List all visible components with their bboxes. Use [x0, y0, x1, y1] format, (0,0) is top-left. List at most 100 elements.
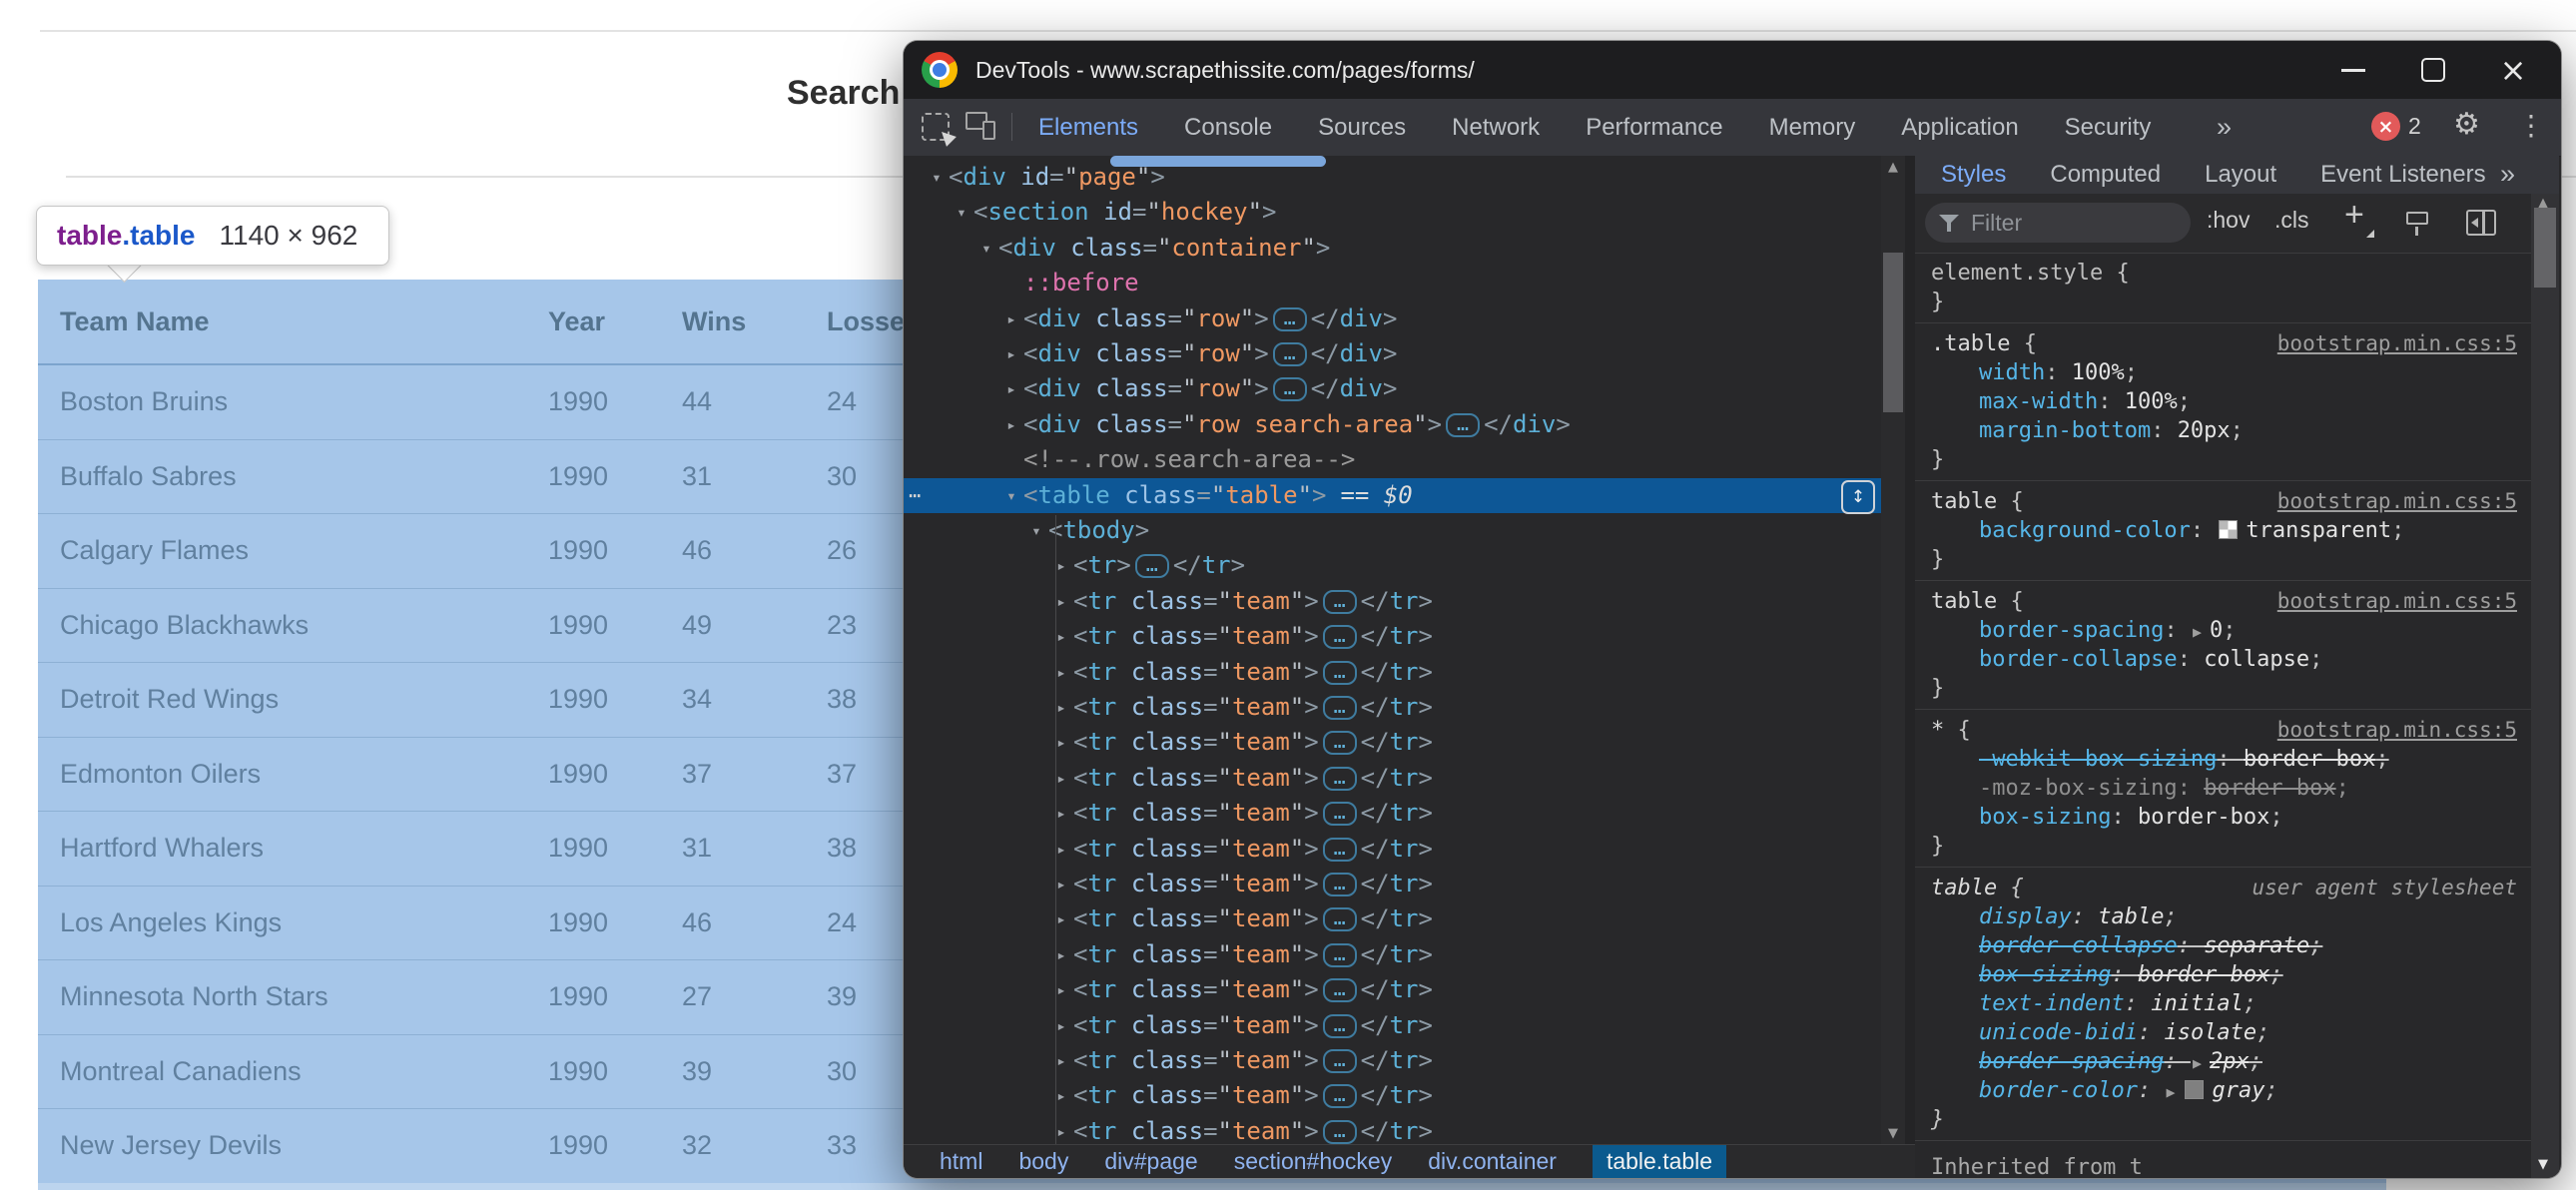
tab-console[interactable]: Console — [1184, 114, 1272, 142]
color-swatch-icon[interactable] — [2185, 1080, 2204, 1099]
collapse-arrow-icon[interactable]: ▾ — [976, 231, 996, 266]
expand-arrow-icon[interactable]: ▸ — [1051, 867, 1071, 901]
dom-node-tr[interactable]: ▸<tr class="team">…</tr> — [904, 1008, 1881, 1043]
scroll-down-icon[interactable]: ▼ — [1881, 1126, 1905, 1141]
expand-arrow-icon[interactable]: ▸ — [1051, 1078, 1071, 1113]
collapse-arrow-icon[interactable]: ▾ — [1001, 478, 1021, 513]
maximize-button[interactable] — [2393, 41, 2473, 99]
styles-scrollbar-thumb[interactable] — [2534, 208, 2556, 288]
sidebar-tab-styles[interactable]: Styles — [1941, 161, 2006, 189]
collapse-arrow-icon[interactable]: ▾ — [1026, 513, 1046, 548]
styles-scroll-down-icon[interactable]: ▼ — [2531, 1157, 2555, 1172]
style-property[interactable]: -moz-box-sizing: border-box; — [1915, 774, 2531, 803]
sidebar-more-chevron[interactable]: » — [2500, 159, 2515, 190]
style-property[interactable]: margin-bottom: 20px; — [1915, 416, 2531, 445]
style-property[interactable]: border-spacing: ▶2px; — [1915, 1047, 2531, 1076]
expand-arrow-icon[interactable]: ▸ — [1001, 371, 1021, 406]
expand-arrow-icon[interactable]: ▸ — [1051, 1043, 1071, 1078]
color-swatch-icon[interactable] — [2219, 520, 2238, 539]
dom-node-tr[interactable]: ▸<tr class="team">…</tr> — [904, 690, 1881, 725]
breadcrumb-body[interactable]: body — [1018, 1148, 1068, 1175]
expand-arrow-icon[interactable]: ▸ — [1051, 548, 1071, 583]
ellipsis-children-icon[interactable]: … — [1323, 873, 1357, 896]
dom-node-tr[interactable]: ▸<tr class="team">…</tr> — [904, 867, 1881, 901]
more-tabs-chevron[interactable]: » — [2217, 99, 2232, 156]
ellipsis-children-icon[interactable]: … — [1323, 731, 1357, 755]
minimize-button[interactable] — [2313, 41, 2393, 99]
dom-node-tr[interactable]: ▸<tr>…</tr> — [904, 548, 1881, 583]
expand-arrow-icon[interactable]: ▸ — [1051, 972, 1071, 1007]
dom-node-div[interactable]: ▸<div class="row">…</div> — [904, 336, 1881, 371]
expand-arrow-icon[interactable]: ▸ — [1051, 584, 1071, 619]
expand-arrow-icon[interactable]: ▸ — [1001, 336, 1021, 371]
ellipsis-children-icon[interactable]: … — [1323, 907, 1357, 931]
elements-scrollbar[interactable]: ▲ ▼ — [1881, 156, 1905, 1145]
elements-scrollbar-thumb[interactable] — [1883, 253, 1903, 412]
ellipsis-children-icon[interactable]: … — [1323, 1084, 1357, 1108]
breadcrumb-html[interactable]: html — [940, 1148, 982, 1175]
collapse-arrow-icon[interactable]: ▾ — [927, 160, 947, 195]
stylesheet-origin[interactable]: bootstrap.min.css:5 — [2277, 487, 2517, 516]
ellipsis-children-icon[interactable]: … — [1323, 1049, 1357, 1073]
expand-arrow-icon[interactable]: ▸ — [1051, 832, 1071, 867]
scroll-into-view-icon[interactable]: ↕ — [1841, 480, 1875, 514]
ellipsis-children-icon[interactable]: … — [1273, 342, 1307, 366]
tab-application[interactable]: Application — [1901, 114, 2018, 142]
style-rule[interactable]: bootstrap.min.css:5table {background-col… — [1915, 481, 2531, 581]
tab-security[interactable]: Security — [2065, 114, 2152, 142]
dom-node-tr[interactable]: ▸<tr class="team">…</tr> — [904, 832, 1881, 867]
sidebar-tab-layout[interactable]: Layout — [2205, 161, 2276, 189]
style-property[interactable]: -webkit-box-sizing: border-box; — [1915, 745, 2531, 774]
dom-node-table[interactable]: ▾<table class="table">== $0⋯↕ — [904, 478, 1881, 513]
ellipsis-children-icon[interactable]: … — [1273, 307, 1307, 331]
rendering-emulation-icon[interactable] — [2406, 210, 2434, 238]
dom-node-tr[interactable]: ▸<tr class="team">…</tr> — [904, 1114, 1881, 1145]
breadcrumb-div-container[interactable]: div.container — [1428, 1148, 1557, 1175]
dom-node-div[interactable]: ▸<div class="row">…</div> — [904, 301, 1881, 336]
dom-node-tbody[interactable]: ▾<tbody> — [904, 513, 1881, 548]
ellipsis-children-icon[interactable]: … — [1323, 661, 1357, 685]
expand-arrow-icon[interactable]: ▸ — [1051, 937, 1071, 972]
dom-node-tr[interactable]: ▸<tr class="team">…</tr> — [904, 901, 1881, 936]
dom-node-tr[interactable]: ▸<tr class="team">…</tr> — [904, 655, 1881, 690]
pseudo-state-toggle[interactable]: :hov — [2207, 207, 2250, 234]
stylesheet-origin[interactable]: bootstrap.min.css:5 — [2277, 329, 2517, 358]
dom-node-tr[interactable]: ▸<tr class="team">…</tr> — [904, 619, 1881, 654]
dom-node-tr[interactable]: ▸<tr class="team">…</tr> — [904, 796, 1881, 831]
stylesheet-origin[interactable]: bootstrap.min.css:5 — [2277, 716, 2517, 745]
styles-scrollbar[interactable]: ▲ ▼ — [2531, 194, 2559, 1178]
dom-node-div[interactable]: ▸<div class="row search-area">…</div> — [904, 407, 1881, 442]
styles-filter-input[interactable]: Filter — [1925, 203, 2191, 243]
toggle-sidebar-icon[interactable] — [2466, 210, 2496, 236]
ellipsis-children-icon[interactable]: … — [1446, 413, 1480, 437]
dom-node-pseudo[interactable]: ::before — [904, 266, 1881, 300]
settings-gear-icon[interactable]: ⚙ — [2453, 107, 2480, 142]
tab-memory[interactable]: Memory — [1769, 114, 1856, 142]
dom-node-tr[interactable]: ▸<tr class="team">…</tr> — [904, 725, 1881, 760]
ellipsis-children-icon[interactable]: … — [1323, 1120, 1357, 1144]
tab-network[interactable]: Network — [1452, 114, 1540, 142]
dom-node-tr[interactable]: ▸<tr class="team">…</tr> — [904, 1043, 1881, 1078]
style-rule[interactable]: bootstrap.min.css:5table {border-spacing… — [1915, 581, 2531, 710]
close-button[interactable]: × — [2473, 41, 2553, 99]
expand-arrow-icon[interactable]: ▸ — [1051, 619, 1071, 654]
expand-arrow-icon[interactable]: ▸ — [1051, 1008, 1071, 1043]
dom-node-tr[interactable]: ▸<tr class="team">…</tr> — [904, 761, 1881, 796]
style-property[interactable]: border-spacing: ▶0; — [1915, 616, 2531, 645]
dom-node-tr[interactable]: ▸<tr class="team">…</tr> — [904, 937, 1881, 972]
ellipsis-children-icon[interactable]: … — [1323, 978, 1357, 1002]
tab-performance[interactable]: Performance — [1586, 114, 1722, 142]
ellipsis-children-icon[interactable]: … — [1323, 1014, 1357, 1038]
ellipsis-children-icon[interactable]: … — [1323, 590, 1357, 614]
style-property[interactable]: width: 100%; — [1915, 358, 2531, 387]
expand-arrow-icon[interactable]: ▸ — [1001, 301, 1021, 336]
ellipsis-children-icon[interactable]: … — [1323, 802, 1357, 826]
scroll-up-icon[interactable]: ▲ — [1881, 160, 1905, 175]
dom-node-section[interactable]: ▾<section id="hockey"> — [904, 195, 1881, 230]
expand-arrow-icon[interactable]: ▸ — [1001, 407, 1021, 442]
expand-arrow-icon[interactable]: ▸ — [1051, 796, 1071, 831]
node-options-dots-icon[interactable]: ⋯ — [909, 478, 922, 513]
class-toggle[interactable]: .cls — [2274, 207, 2309, 234]
style-property[interactable]: max-width: 100%; — [1915, 387, 2531, 416]
dom-node-div[interactable]: ▸<div class="row">…</div> — [904, 371, 1881, 406]
